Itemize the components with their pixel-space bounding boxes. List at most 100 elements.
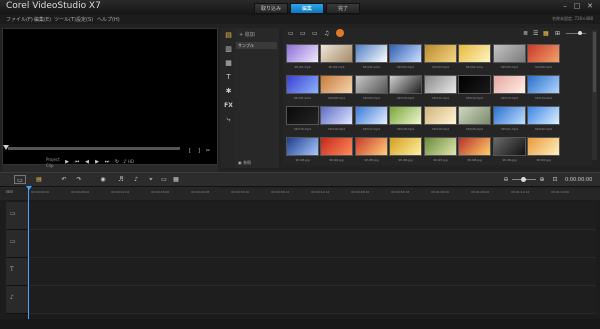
zoom-in-icon[interactable]: ⊕ (536, 175, 548, 184)
subtitle-icon[interactable]: ▭ (158, 175, 170, 184)
timeline-track[interactable] (28, 230, 596, 258)
online-icon[interactable] (336, 29, 344, 37)
timeline-view-icon[interactable]: ▤ (33, 175, 45, 184)
library-thumbnail[interactable] (493, 44, 526, 63)
timeline-track[interactable] (28, 202, 596, 230)
auto-music-icon[interactable]: ♪ (130, 175, 142, 184)
tab-capture[interactable]: 取り込み (254, 3, 288, 14)
library-thumbnail[interactable] (424, 106, 457, 125)
thumb-view-icon[interactable]: ▦ (543, 30, 549, 37)
playhead[interactable] (28, 187, 29, 320)
fit-project-icon[interactable]: ⊡ (549, 175, 561, 184)
instant-project-icon[interactable]: ▥ (223, 44, 234, 55)
library-thumbnail[interactable] (424, 44, 457, 63)
library-thumbnail[interactable] (389, 106, 422, 125)
home-icon[interactable]: ⏮ (73, 158, 81, 166)
timeline-ruler[interactable] (0, 188, 600, 200)
timeline-timecode[interactable]: 0:00:00:00 (565, 177, 592, 183)
mode-project-label[interactable]: Project (46, 157, 60, 162)
track-header[interactable]: ▭ (6, 202, 28, 230)
library-thumbnail[interactable] (424, 137, 457, 156)
library-thumbnail[interactable] (320, 44, 353, 63)
library-thumbnail[interactable] (527, 137, 560, 156)
library-thumbnail[interactable] (493, 137, 526, 156)
library-thumbnail[interactable] (286, 75, 319, 94)
menu-file[interactable]: ファイル(F) (6, 16, 33, 23)
photo-filter-icon[interactable]: ▭ (312, 30, 318, 37)
transition-icon[interactable]: ▦ (223, 58, 234, 69)
repeat-icon[interactable]: ↻ (113, 158, 121, 166)
next-frame-icon[interactable]: ▶ (93, 158, 101, 166)
mark-out-icon[interactable]: ] (195, 147, 203, 155)
media-icon[interactable]: ▤ (223, 30, 234, 41)
hd-badge[interactable]: HD (128, 159, 134, 164)
split-icon[interactable]: ✂ (204, 147, 212, 155)
library-scroll-thumb[interactable] (593, 32, 596, 92)
audio-filter-icon[interactable]: ♫ (324, 30, 329, 37)
minimize-icon[interactable]: – (560, 2, 570, 11)
thumb-size-slider[interactable] (566, 33, 586, 34)
maximize-icon[interactable]: □ (572, 2, 582, 11)
end-icon[interactable]: ⏭ (103, 158, 111, 166)
library-thumbnail[interactable] (389, 137, 422, 156)
library-thumbnail[interactable] (493, 106, 526, 125)
mode-clip-label[interactable]: Clip (46, 163, 54, 168)
scrubber-handle[interactable] (3, 145, 9, 150)
timeline-track[interactable] (28, 258, 596, 286)
library-thumbnail[interactable] (320, 75, 353, 94)
zoom-out-icon[interactable]: ⊖ (500, 175, 512, 184)
library-thumbnail[interactable] (355, 75, 388, 94)
library-thumbnail[interactable] (527, 44, 560, 63)
redo-icon[interactable]: ↷ (73, 175, 85, 184)
thumb-size-knob[interactable] (578, 31, 582, 35)
track-header[interactable]: T (6, 258, 28, 286)
folder-icon[interactable]: ▭ (288, 30, 294, 37)
library-thumbnail[interactable] (493, 75, 526, 94)
fx-icon[interactable]: FX (223, 100, 234, 111)
sound-mixer-icon[interactable]: ♬ (115, 175, 127, 184)
scrubber-track[interactable] (8, 147, 180, 150)
library-thumbnail[interactable] (355, 44, 388, 63)
menu-edit[interactable]: 編集(E) (34, 16, 51, 23)
record-capture-icon[interactable]: ◉ (97, 175, 109, 184)
library-thumbnail[interactable] (424, 75, 457, 94)
storyboard-view-icon[interactable]: ▭ (14, 175, 26, 184)
close-icon[interactable]: ✕ (585, 2, 595, 11)
browse-button[interactable]: ▣ 参照 (238, 160, 251, 166)
track-header[interactable]: ♪ (6, 286, 28, 314)
library-thumbnail[interactable] (286, 137, 319, 156)
menu-tools[interactable]: ツール(T) (54, 16, 76, 23)
undo-icon[interactable]: ↶ (58, 175, 70, 184)
library-thumbnail[interactable] (286, 106, 319, 125)
timeline-track[interactable] (28, 286, 596, 314)
library-thumbnail[interactable] (355, 106, 388, 125)
title-icon[interactable]: T (223, 72, 234, 83)
zoom-knob[interactable] (521, 177, 526, 182)
library-thumbnail[interactable] (286, 44, 319, 63)
list-view-icon[interactable]: ≣ (523, 30, 528, 37)
library-thumbnail[interactable] (320, 137, 353, 156)
library-thumbnail[interactable] (355, 137, 388, 156)
library-thumbnail[interactable] (458, 75, 491, 94)
library-thumbnail[interactable] (458, 44, 491, 63)
library-thumbnail[interactable] (527, 75, 560, 94)
sort-icon[interactable]: ☰ (533, 30, 538, 37)
tab-edit[interactable]: 編集 (290, 3, 324, 14)
prev-frame-icon[interactable]: ◀ (83, 158, 91, 166)
play-icon[interactable]: ▶ (63, 158, 71, 166)
add-folder-button[interactable]: + 追加 (239, 31, 255, 38)
path-icon[interactable]: ⤷ (223, 114, 234, 125)
library-thumbnail[interactable] (389, 75, 422, 94)
motion-track-icon[interactable]: ⌖ (145, 175, 157, 184)
menu-help[interactable]: ヘルプ(H) (97, 16, 120, 23)
playhead-marker[interactable] (26, 186, 32, 190)
multicam-icon[interactable]: ▦ (170, 175, 182, 184)
video-filter-icon[interactable]: ▭ (300, 30, 306, 37)
menu-settings[interactable]: 設定(S) (76, 16, 93, 23)
graphics-icon[interactable]: ✱ (223, 86, 234, 97)
library-thumbnail[interactable] (527, 106, 560, 125)
library-thumbnail[interactable] (389, 44, 422, 63)
mark-in-icon[interactable]: [ (186, 147, 194, 155)
library-thumbnail[interactable] (320, 106, 353, 125)
track-manager-icon[interactable]: ⊟⊟ (6, 189, 13, 194)
